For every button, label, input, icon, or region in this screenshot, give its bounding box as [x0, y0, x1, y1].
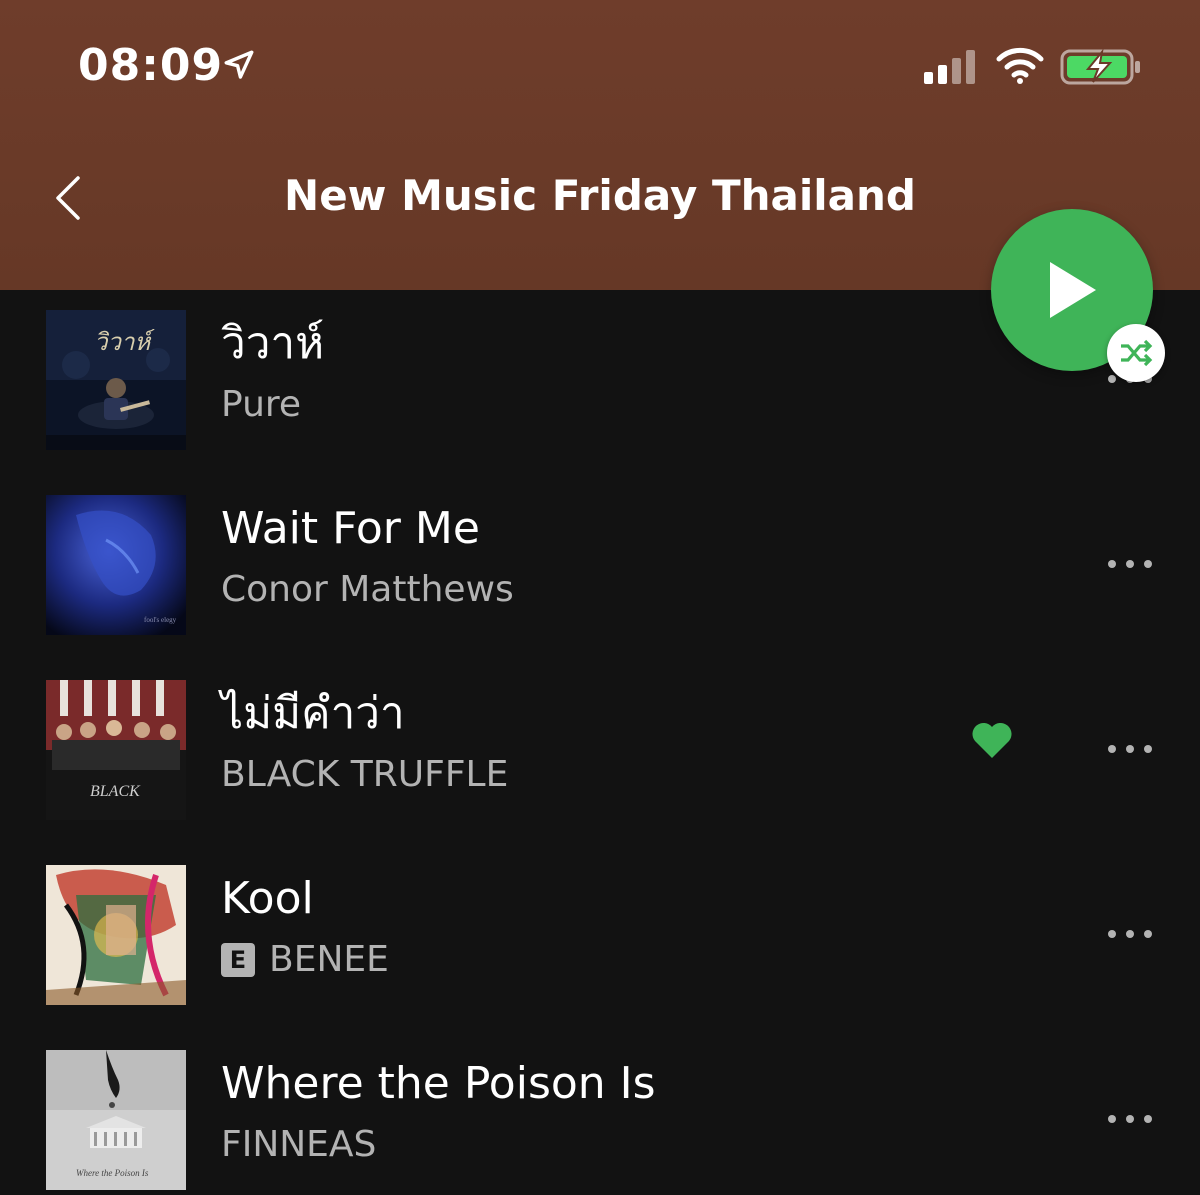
track-title: Where the Poison Is [221, 1058, 656, 1109]
play-icon [1050, 262, 1096, 318]
svg-text:BLACK: BLACK [90, 783, 141, 800]
svg-text:Where the Poison Is: Where the Poison Is [76, 1168, 149, 1178]
status-time: 08:09 [78, 40, 224, 91]
track-title: Wait For Me [221, 503, 480, 554]
more-horizontal-icon[interactable] [1100, 549, 1160, 579]
track-title: วิวาห์ [221, 318, 325, 369]
track-artist: BLACK TRUFFLE [221, 752, 508, 798]
track-artist: E BENEE [221, 937, 389, 983]
track-row[interactable]: fool's elegy Wait For Me Conor Matthews [0, 475, 1200, 660]
wifi-icon [996, 47, 1044, 84]
track-artist: Conor Matthews [221, 567, 514, 613]
artist-name: FINNEAS [221, 1124, 377, 1165]
explicit-badge: E [221, 943, 255, 977]
album-cover: fool's elegy [46, 495, 186, 635]
album-cover [46, 865, 186, 1005]
track-row[interactable]: Where the Poison Is Where the Poison Is … [0, 1030, 1200, 1195]
album-cover: BLACK [46, 680, 186, 820]
page-title: New Music Friday Thailand [284, 171, 916, 220]
album-cover: Where the Poison Is [46, 1050, 186, 1190]
artist-name: BENEE [269, 939, 389, 980]
svg-text:fool's elegy: fool's elegy [144, 616, 177, 624]
track-title: ไม่มีคำว่า [221, 688, 405, 739]
track-title: Kool [221, 873, 314, 924]
album-cover: วิวาห์ [46, 310, 186, 450]
shuffle-icon [1121, 339, 1153, 367]
more-horizontal-icon[interactable] [1100, 734, 1160, 764]
track-artist: FINNEAS [221, 1122, 376, 1168]
shuffle-button[interactable] [1107, 324, 1165, 382]
more-horizontal-icon[interactable] [1100, 1104, 1160, 1134]
more-horizontal-icon[interactable] [1100, 919, 1160, 949]
artist-name: BLACK TRUFFLE [221, 754, 509, 795]
artist-name: Pure [221, 384, 302, 425]
track-row[interactable]: Kool E BENEE [0, 845, 1200, 1030]
location-arrow-icon [224, 50, 254, 79]
track-artist: Pure [221, 382, 301, 428]
cellular-signal-icon [924, 50, 975, 84]
battery-charging-icon [1060, 48, 1140, 85]
svg-text:วิวาห์: วิวาห์ [94, 328, 155, 356]
track-row[interactable]: BLACK ไม่มีคำว่า BLACK TRUFFLE [0, 660, 1200, 845]
heart-icon[interactable] [970, 720, 1014, 760]
artist-name: Conor Matthews [221, 569, 514, 610]
